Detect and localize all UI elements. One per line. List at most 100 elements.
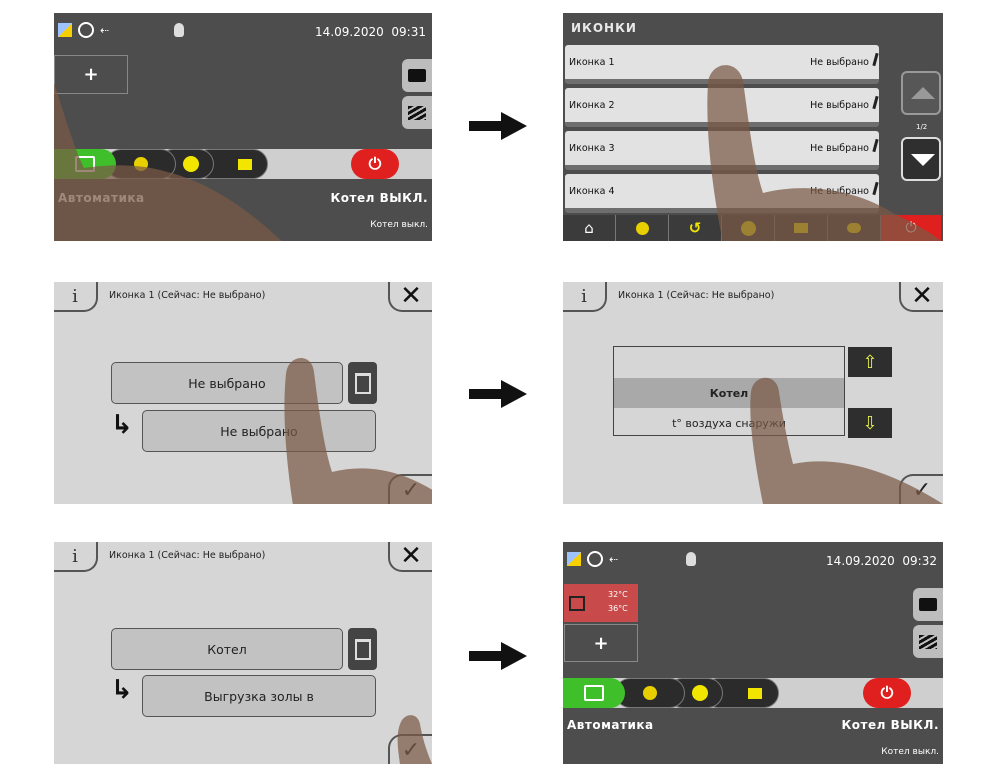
- page-indicator: 1/2: [916, 123, 928, 131]
- home-button[interactable]: ⌂: [563, 215, 616, 241]
- confirm-button[interactable]: ✓: [899, 474, 943, 504]
- network-warning-icon: [567, 552, 581, 566]
- status-icons: ⇠: [58, 22, 109, 38]
- confirm-button[interactable]: ✓: [388, 734, 432, 764]
- settings-mode-button[interactable]: [615, 678, 685, 708]
- delete-button[interactable]: [348, 362, 377, 404]
- close-button[interactable]: ✕: [899, 282, 943, 312]
- user-icon[interactable]: [174, 23, 184, 37]
- confirm-button[interactable]: ✓: [388, 474, 432, 504]
- usb-icon: ⇠: [100, 23, 110, 37]
- auto-mode-button[interactable]: [563, 678, 625, 708]
- tile-temp-2: 36°C: [608, 604, 628, 613]
- time-label: 09:32: [902, 554, 937, 568]
- edit-icon: [872, 95, 879, 110]
- flow-arrow-2: [469, 380, 527, 408]
- next-option[interactable]: t° воздуха снаружи: [614, 417, 844, 430]
- user-settings-button[interactable]: [828, 215, 881, 241]
- down-triangle-icon: [911, 154, 935, 166]
- suitcase-button[interactable]: [913, 588, 943, 621]
- network-warning-icon: [58, 23, 72, 37]
- list-item[interactable]: Иконка 1 Не выбрано: [565, 45, 879, 84]
- info-tab[interactable]: i: [54, 542, 98, 572]
- back-button[interactable]: ↺: [669, 215, 722, 241]
- home-screen-before: ⇠ 14.09.2020 09:31 + ⏻ Автоматика Котел …: [54, 13, 432, 241]
- close-button[interactable]: ✕: [388, 282, 432, 312]
- boiler-temperature-tile[interactable]: 32°C 36°C: [564, 584, 638, 622]
- user-gear-icon: [847, 223, 861, 233]
- secondary-value-field[interactable]: Не выбрано: [142, 410, 376, 452]
- user-icon[interactable]: [686, 552, 696, 566]
- edit-icon: [872, 138, 879, 153]
- add-icon-tile[interactable]: +: [54, 55, 128, 94]
- checkmark-icon: ✓: [401, 737, 421, 763]
- stairs-icon: [919, 634, 937, 649]
- option-picker[interactable]: Котел t° воздуха снаружи: [613, 346, 845, 436]
- close-icon: ✕: [400, 282, 422, 311]
- icon-config-dialog-3: i Иконка 1 (Сейчас: Не выбрано) ✕ Котел …: [54, 542, 432, 764]
- primary-value-field[interactable]: Не выбрано: [111, 362, 343, 404]
- up-triangle-icon: [911, 87, 935, 99]
- usb-icon: ⇠: [609, 552, 619, 566]
- trash-icon: [354, 372, 371, 394]
- info-outline-icon: i: [72, 545, 78, 567]
- boiler-thermometer-icon: [569, 596, 585, 611]
- notes-icon: [238, 158, 252, 170]
- list-item[interactable]: Иконка 3 Не выбрано: [565, 131, 879, 170]
- option-up-button[interactable]: ⇧: [848, 347, 892, 377]
- auto-mode-button[interactable]: [54, 149, 116, 179]
- power-button[interactable]: ⏻: [863, 678, 911, 708]
- edit-icon: [872, 52, 879, 67]
- mode-label: Автоматика: [58, 191, 145, 205]
- stairs-icon: [408, 105, 426, 120]
- back-arrow-icon: ↺: [688, 219, 702, 237]
- info-tab[interactable]: i: [54, 282, 98, 312]
- add-icon-tile[interactable]: +: [564, 624, 638, 662]
- suitcase-button[interactable]: [402, 59, 432, 92]
- close-button[interactable]: ✕: [388, 542, 432, 572]
- list-item[interactable]: Иконка 4 Не выбрано: [565, 174, 879, 213]
- status-icons: ⇠: [567, 551, 618, 567]
- scroll-up-button[interactable]: [901, 71, 941, 115]
- stairs-button[interactable]: [913, 625, 943, 658]
- info-button[interactable]: [722, 215, 775, 241]
- auto-mode-icon: [584, 685, 604, 701]
- bottom-toolbar: ⌂ ↺ ⏻: [563, 215, 941, 241]
- settings-mode-button[interactable]: [106, 149, 176, 179]
- boiler-status-sub: Котел выкл.: [881, 747, 939, 757]
- info-outline-icon: i: [72, 285, 78, 307]
- primary-value-field[interactable]: Котел: [111, 628, 343, 670]
- selected-option[interactable]: Котел: [614, 387, 844, 400]
- info-tab[interactable]: i: [563, 282, 607, 312]
- arrow-up-icon: ⇧: [862, 351, 878, 373]
- notes-button[interactable]: [775, 215, 828, 241]
- icons-list-title: ИКОНКИ: [571, 21, 637, 35]
- settings-button[interactable]: [616, 215, 669, 241]
- sub-value-arrow-icon: ↳: [111, 675, 133, 705]
- close-icon: ✕: [911, 282, 933, 311]
- gears-icon: [635, 221, 649, 235]
- stairs-button[interactable]: [402, 96, 432, 129]
- sub-value-arrow-icon: ↳: [111, 410, 133, 440]
- info-icon: [692, 685, 708, 701]
- date-label: 14.09.2020: [315, 25, 384, 39]
- delete-button[interactable]: [348, 628, 377, 670]
- gears-icon: [134, 157, 148, 171]
- list-item[interactable]: Иконка 2 Не выбрано: [565, 88, 879, 127]
- close-icon: ✕: [400, 542, 422, 571]
- dialog-title: Иконка 1 (Сейчас: Не выбрано): [109, 550, 266, 561]
- edit-icon: [872, 181, 879, 196]
- info-icon: [740, 220, 756, 236]
- scroll-down-button[interactable]: [901, 137, 941, 181]
- power-button[interactable]: ⏻: [351, 149, 399, 179]
- boiler-status-sub: Котел выкл.: [370, 220, 428, 230]
- checkmark-icon: ✓: [401, 477, 421, 503]
- option-down-button[interactable]: ⇩: [848, 408, 892, 438]
- tile-temp-1: 32°C: [608, 590, 628, 599]
- boiler-status-label: Котел ВЫКЛ.: [330, 191, 428, 205]
- secondary-value-field[interactable]: Выгрузка золы в: [142, 675, 376, 717]
- power-icon: ⏻: [880, 683, 894, 702]
- power-button[interactable]: ⏻: [881, 215, 941, 241]
- home-icon: ⌂: [584, 219, 594, 237]
- timer-icon: [587, 551, 603, 567]
